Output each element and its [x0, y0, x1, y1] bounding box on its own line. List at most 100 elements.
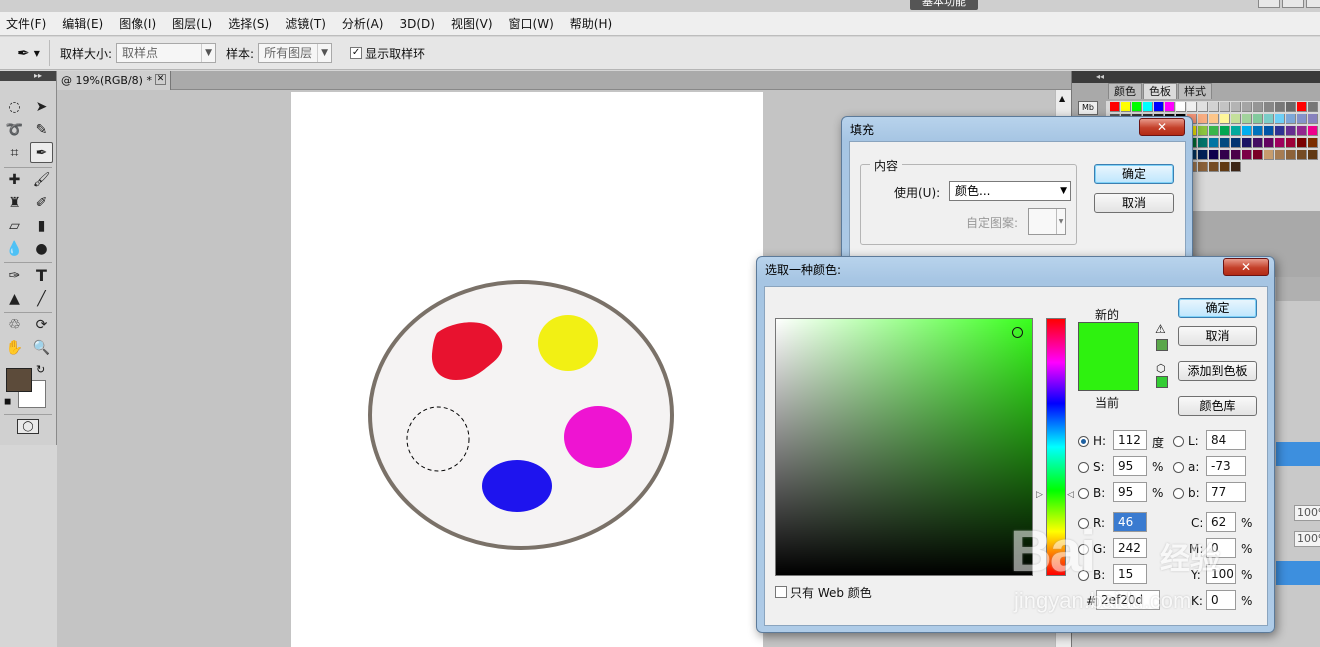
swatch-cell[interactable] — [1308, 114, 1318, 124]
hue-slider-right-arrow-icon[interactable]: ◁ — [1067, 490, 1074, 500]
swatch-cell[interactable] — [1209, 150, 1219, 160]
field-b[interactable]: 95 — [1113, 482, 1147, 502]
field-m[interactable]: 0 — [1206, 538, 1236, 558]
close-window-button[interactable] — [1306, 0, 1320, 8]
swatch-cell[interactable] — [1110, 102, 1120, 112]
swatch-cell[interactable] — [1286, 150, 1296, 160]
clone-stamp-tool-icon[interactable]: ♜ — [3, 192, 26, 213]
toolbox-header[interactable]: ▸▸ — [0, 71, 56, 81]
mini-bridge-icon[interactable]: Mb — [1078, 101, 1098, 115]
field-c[interactable]: 62 — [1206, 512, 1236, 532]
swatch-cell[interactable] — [1297, 126, 1307, 136]
sample-select[interactable]: 所有图层 ▼ — [258, 43, 333, 63]
swatch-cell[interactable] — [1242, 138, 1252, 148]
swatch-cell[interactable] — [1198, 162, 1208, 172]
swatch-cell[interactable] — [1143, 102, 1153, 112]
brush-tool-icon[interactable]: 🖌 — [30, 169, 53, 190]
swatch-cell[interactable] — [1242, 114, 1252, 124]
healing-brush-tool-icon[interactable]: ✚ — [3, 169, 26, 190]
swatch-cell[interactable] — [1121, 102, 1131, 112]
web-colors-only-checkbox[interactable] — [775, 586, 787, 598]
swatch-cell[interactable] — [1231, 126, 1241, 136]
3d-rotate-tool-icon[interactable]: ♲ — [3, 314, 26, 335]
swatch-cell[interactable] — [1275, 114, 1285, 124]
radio-h[interactable] — [1078, 436, 1089, 447]
opacity-field[interactable]: 100% — [1294, 505, 1320, 521]
fill-cancel-button[interactable]: 取消 — [1094, 193, 1174, 213]
swatch-cell[interactable] — [1176, 102, 1186, 112]
eraser-tool-icon[interactable]: ▱ — [3, 215, 26, 236]
swatch-cell[interactable] — [1220, 126, 1230, 136]
sample-size-select[interactable]: 取样点 ▼ — [116, 43, 217, 63]
hand-tool-icon[interactable]: ✋ — [3, 337, 26, 358]
document-tab[interactable]: @ 19%(RGB/8) * ✕ — [57, 71, 171, 90]
pattern-picker[interactable]: ▼ — [1028, 208, 1066, 235]
swatch-cell[interactable] — [1308, 150, 1318, 160]
swatch-cell[interactable] — [1286, 102, 1296, 112]
document-canvas[interactable] — [291, 92, 763, 647]
swatch-cell[interactable] — [1308, 126, 1318, 136]
tab-styles[interactable]: 样式 — [1178, 83, 1212, 99]
field-a[interactable]: -73 — [1206, 456, 1246, 476]
scroll-up-icon[interactable]: ▲ — [1059, 94, 1065, 103]
swatch-cell[interactable] — [1165, 102, 1175, 112]
swatch-cell[interactable] — [1231, 138, 1241, 148]
swatch-cell[interactable] — [1220, 138, 1230, 148]
field-lab-b[interactable]: 77 — [1206, 482, 1246, 502]
gradient-tool-icon[interactable]: ▮ — [30, 215, 53, 236]
swatch-cell[interactable] — [1253, 150, 1263, 160]
radio-a[interactable] — [1173, 462, 1184, 473]
field-r[interactable]: 46 — [1113, 512, 1147, 532]
field-l[interactable]: 84 — [1206, 430, 1246, 450]
line-tool-icon[interactable]: ╱ — [30, 288, 53, 309]
fill-field[interactable]: 100% — [1294, 531, 1320, 547]
tab-color[interactable]: 颜色 — [1108, 83, 1142, 99]
menu-help[interactable]: 帮助(H) — [570, 15, 612, 32]
maximize-button[interactable] — [1282, 0, 1304, 8]
dodge-tool-icon[interactable]: ● — [30, 238, 53, 259]
hue-slider[interactable] — [1046, 318, 1066, 576]
radio-r[interactable] — [1078, 518, 1089, 529]
swatch-cell[interactable] — [1242, 150, 1252, 160]
swatch-cell[interactable] — [1297, 138, 1307, 148]
pen-tool-icon[interactable]: ✑ — [3, 265, 26, 286]
swatch-cell[interactable] — [1209, 138, 1219, 148]
tab-swatches[interactable]: 色板 — [1143, 83, 1177, 99]
swatch-cell[interactable] — [1187, 102, 1197, 112]
hue-slider-left-arrow-icon[interactable]: ▷ — [1036, 490, 1043, 500]
swatch-cell[interactable] — [1275, 150, 1285, 160]
swatch-cell[interactable] — [1209, 102, 1219, 112]
quick-mask-icon[interactable]: ◯ — [17, 419, 39, 434]
swatch-cell[interactable] — [1275, 126, 1285, 136]
type-tool-icon[interactable]: T — [30, 265, 53, 286]
color-picker-close-button[interactable]: ✕ — [1223, 258, 1269, 276]
blur-tool-icon[interactable]: 💧 — [3, 238, 26, 259]
swatch-cell[interactable] — [1253, 126, 1263, 136]
field-h[interactable]: 112 — [1113, 430, 1147, 450]
swatch-cell[interactable] — [1297, 102, 1307, 112]
eyedropper-tool-icon[interactable]: ✒ — [30, 142, 53, 163]
menu-filter[interactable]: 滤镜(T) — [285, 15, 326, 32]
swatch-cell[interactable] — [1297, 114, 1307, 124]
swatch-cell[interactable] — [1209, 126, 1219, 136]
swatch-cell[interactable] — [1220, 114, 1230, 124]
swatch-cell[interactable] — [1297, 150, 1307, 160]
swatch-cell[interactable] — [1231, 102, 1241, 112]
swatch-cell[interactable] — [1308, 138, 1318, 148]
swatch-cell[interactable] — [1231, 150, 1241, 160]
swap-colors-icon[interactable]: ↻ — [36, 363, 45, 376]
workspace-switcher[interactable]: 基本功能 — [910, 0, 978, 10]
swatch-cell[interactable] — [1264, 150, 1274, 160]
swatch-cell[interactable] — [1198, 150, 1208, 160]
menu-3d[interactable]: 3D(D) — [399, 17, 434, 31]
zoom-tool-icon[interactable]: 🔍 — [30, 337, 53, 358]
menu-file[interactable]: 文件(F) — [6, 15, 46, 32]
field-blue[interactable]: 15 — [1113, 564, 1147, 584]
swatch-cell[interactable] — [1264, 126, 1274, 136]
show-ring-checkbox[interactable]: ✓ — [350, 47, 363, 59]
swatch-cell[interactable] — [1154, 102, 1164, 112]
swatch-cell[interactable] — [1264, 102, 1274, 112]
path-select-tool-icon[interactable]: ▲ — [3, 288, 26, 309]
swatch-cell[interactable] — [1253, 114, 1263, 124]
web-color-chip[interactable] — [1156, 376, 1168, 388]
